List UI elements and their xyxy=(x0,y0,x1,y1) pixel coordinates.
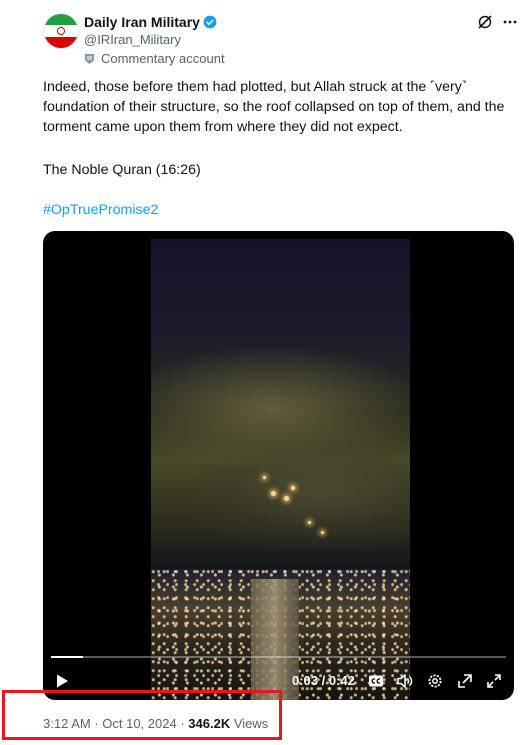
video-time: 0:03 / 0:42 xyxy=(292,673,355,688)
commentary-account-icon xyxy=(85,53,94,64)
handle[interactable]: @IRIran_Military xyxy=(84,31,225,49)
captions-icon[interactable] xyxy=(367,672,385,690)
video-player[interactable]: 0:03 / 0:42 xyxy=(43,231,514,700)
annotation-highlight-box xyxy=(2,690,282,740)
hashtag-link[interactable]: #OpTruePromise2 xyxy=(43,200,158,220)
play-icon[interactable] xyxy=(53,672,71,690)
video-progress-fill xyxy=(51,656,83,658)
flag-red-stripe xyxy=(44,36,78,48)
fullscreen-icon[interactable] xyxy=(485,672,503,690)
post-text: Indeed, those before them had plotted, b… xyxy=(43,79,509,135)
post-source: The Noble Quran (16:26) xyxy=(43,162,201,178)
more-icon[interactable] xyxy=(502,14,518,30)
avatar[interactable] xyxy=(43,13,79,49)
verified-badge-icon xyxy=(203,15,217,29)
settings-icon[interactable] xyxy=(426,672,444,690)
volume-icon[interactable] xyxy=(396,672,414,690)
name-row: Daily Iran Military xyxy=(84,13,225,31)
video-progress-bar[interactable] xyxy=(51,656,506,658)
commentary-label-text: Commentary account xyxy=(101,51,225,66)
video-duration: 0:42 xyxy=(328,673,355,688)
post-header: Daily Iran Military @IRIran_Military Com… xyxy=(84,13,225,66)
video-light xyxy=(284,496,289,501)
video-light xyxy=(271,491,276,496)
video-time-separator: / xyxy=(318,673,329,688)
flag-emblem xyxy=(57,27,65,35)
video-light xyxy=(308,521,311,524)
video-current-time: 0:03 xyxy=(292,673,319,688)
post-page: Daily Iran Military @IRIran_Military Com… xyxy=(0,0,522,745)
video-light xyxy=(263,476,266,479)
video-light xyxy=(321,531,324,534)
video-frame[interactable] xyxy=(151,239,410,700)
display-name[interactable]: Daily Iran Military xyxy=(84,13,200,31)
grok-icon[interactable] xyxy=(477,14,493,30)
video-light xyxy=(291,486,295,490)
pop-out-icon[interactable] xyxy=(456,672,474,690)
commentary-label[interactable]: Commentary account xyxy=(84,51,225,66)
video-cloud xyxy=(191,439,410,549)
flag-green-stripe xyxy=(44,14,78,26)
